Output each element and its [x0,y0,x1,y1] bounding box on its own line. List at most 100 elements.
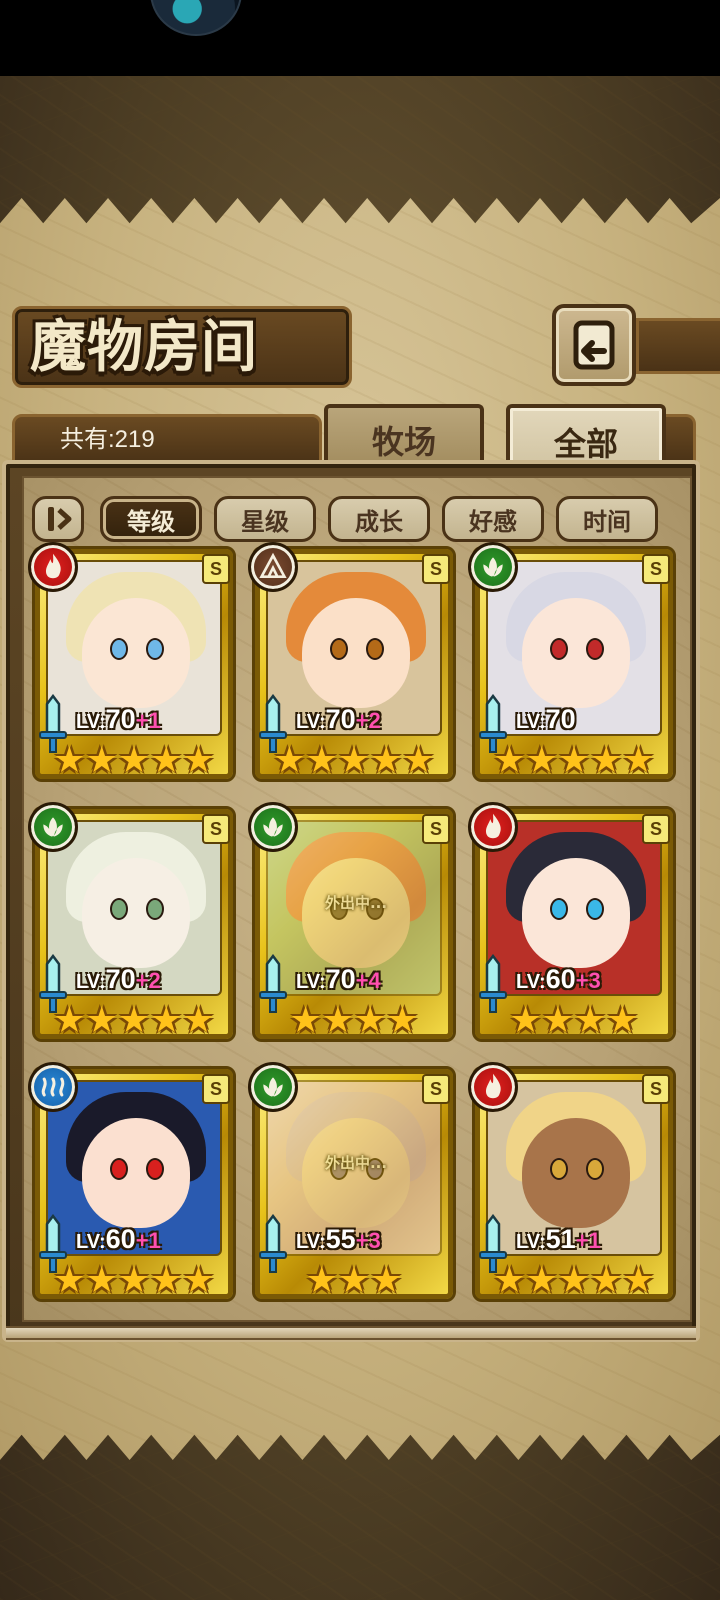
star-icon: ★ [370,1260,403,1301]
monster-card[interactable]: S LV:51+1 ★ ★ ★ ★ ★ [468,1062,676,1302]
monster-card[interactable]: 外出中... S LV:70+4 ★ ★ ★ ★ [248,802,456,1042]
star-icon: ★ [117,740,151,781]
level-bonus: +3 [355,1228,381,1253]
page-title: 魔物房间 [30,314,258,380]
star-icon: ★ [370,740,403,781]
star-icon: ★ [150,1000,183,1041]
monster-count: 共有:219 [60,426,155,453]
star-icon: ★ [541,1000,574,1041]
star-icon: ★ [509,1000,542,1041]
level-prefix: LV: [76,711,106,733]
portrait-face [522,858,630,968]
portrait-eye [146,638,164,660]
level-prefix: LV: [516,971,546,993]
level-bonus: +2 [135,968,161,993]
star-icon: ★ [557,740,591,781]
monster-card[interactable]: S LV:70+2 ★ ★ ★ ★ ★ [248,542,456,782]
rank-badge: S [422,1074,450,1104]
level-prefix: LV: [296,971,326,993]
sort-by-growth-button[interactable]: 成长 [328,496,430,542]
star-icon: ★ [354,1000,387,1041]
element-glyph-icon [263,817,283,837]
star-icon: ★ [337,1260,371,1301]
element-glyph-icon [46,553,61,579]
star-icon: ★ [182,1000,215,1041]
portrait-face [82,598,190,708]
return-arrow-icon [573,320,615,370]
portrait-face [82,858,190,968]
level-bonus: +4 [355,968,381,993]
star-icon: ★ [574,1000,607,1041]
portrait-eye [146,1158,164,1180]
star-icon: ★ [590,1260,623,1301]
level-bonus: +3 [575,968,601,993]
rank-badge: S [642,554,670,584]
sort-by-time-button[interactable]: 时间 [556,496,658,542]
wood-element-icon [248,802,298,852]
portrait-eye [550,1158,568,1180]
level-value: 70 [325,964,356,994]
star-icon: ★ [150,1260,183,1301]
monster-card[interactable]: S LV:70 ★ ★ ★ ★ ★ [468,542,676,782]
panel-bottom-rail [6,1326,696,1340]
level-value: 70 [105,964,136,994]
star-icon: ★ [53,740,86,781]
portrait-face [82,1118,190,1228]
star-icon: ★ [321,1000,354,1041]
notch-avatar-icon [150,0,242,36]
monster-count-bar [12,414,322,466]
star-icon: ★ [622,740,655,781]
element-glyph-icon [43,817,63,837]
star-rating: ★ ★ ★ ★ ★ [52,1260,216,1301]
monster-card[interactable]: 外出中... S LV:55+3 ★ ★ ★ [248,1062,456,1302]
wood-element-icon [468,542,518,592]
star-icon: ★ [305,740,338,781]
fire-element-icon [468,1062,518,1112]
star-icon: ★ [606,1000,639,1041]
monster-card[interactable]: S LV:60+1 ★ ★ ★ ★ ★ [28,1062,236,1302]
star-rating: ★ ★ ★ ★ ★ [52,740,216,781]
level-prefix: LV: [516,1231,546,1253]
sort-by-level-button[interactable]: 等级 [100,496,202,542]
level-prefix: LV: [76,971,106,993]
wood-element-icon [28,802,78,852]
star-icon: ★ [182,740,215,781]
portrait-eye [550,898,568,920]
star-icon: ★ [525,740,558,781]
star-icon: ★ [402,740,435,781]
tab-bar-end [666,414,696,466]
monster-card[interactable]: S LV:70+2 ★ ★ ★ ★ ★ [28,802,236,1042]
level-label: LV:55+3 [296,1224,381,1254]
portrait-face [302,598,410,708]
star-icon: ★ [386,1000,419,1041]
star-icon: ★ [182,1260,215,1301]
level-label: LV:60+1 [76,1224,161,1254]
sort-order-toggle[interactable] [32,496,84,542]
back-button-rail [636,318,720,374]
monster-card[interactable]: S LV:70+1 ★ ★ ★ ★ ★ [28,542,236,782]
star-icon: ★ [53,1000,86,1041]
water-element-icon [28,1062,78,1112]
sort-by-affection-button[interactable]: 好感 [442,496,544,542]
element-glyph-icon [259,552,287,578]
level-prefix: LV: [516,711,546,733]
star-icon: ★ [117,1260,151,1301]
level-bonus: +1 [575,1228,601,1253]
star-icon: ★ [493,1260,526,1301]
star-rating: ★ ★ ★ ★ [492,1000,656,1041]
star-icon: ★ [305,1260,338,1301]
level-label: LV:70+4 [296,964,381,994]
level-bonus: +2 [355,708,381,733]
portrait-eye [330,638,348,660]
rank-badge: S [422,814,450,844]
sort-by-star-button[interactable]: 星级 [214,496,316,542]
rank-badge: S [202,1074,230,1104]
back-button[interactable] [552,304,636,386]
level-label: LV:51+1 [516,1224,601,1254]
level-label: LV:60+3 [516,964,601,994]
away-status: 外出中... [324,1154,388,1172]
monster-card[interactable]: S LV:60+3 ★ ★ ★ ★ [468,802,676,1042]
fire-element-icon [468,802,518,852]
level-bonus: +1 [135,708,161,733]
rank-badge: S [202,814,230,844]
